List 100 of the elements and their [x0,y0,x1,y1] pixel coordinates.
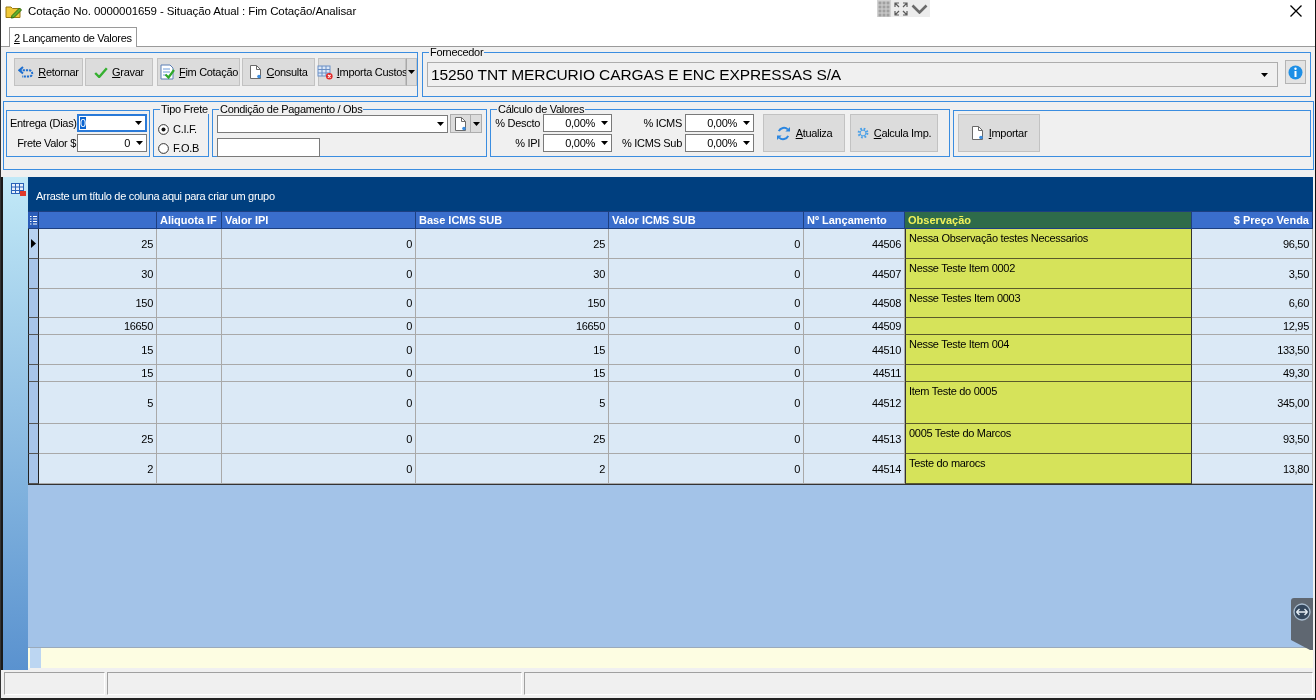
list-icon[interactable] [29,215,37,225]
field-label: % Descto [495,117,540,129]
row-header[interactable] [28,318,39,335]
group-label: Tipo Frete [160,104,209,114]
combo-field[interactable]: 0 [77,134,147,152]
table-cell: Nesse Teste Item 0002 [905,259,1192,289]
row-header[interactable] [28,424,39,454]
toolbar-button[interactable]: Consulta [242,58,315,86]
table-cell: 0 [222,365,416,382]
table-cell: 30 [39,259,157,289]
table-cell [157,382,222,424]
column-header[interactable]: Valor ICMS SUB [609,212,804,228]
column-header[interactable]: Valor IPI [222,212,416,228]
row-header[interactable] [28,382,39,424]
table-cell: 15 [416,365,609,382]
field-label: Frete Valor $ [16,137,76,149]
column-header[interactable]: Observação [905,212,1192,228]
text-field[interactable] [217,138,320,157]
table-cell: 16650 [416,318,609,335]
combo-field[interactable]: 0 [77,114,147,132]
import-button[interactable]: Importar [958,114,1040,152]
action-button[interactable]: Calcula Imp. [850,114,938,152]
table-cell: 25 [39,424,157,454]
caret-icon [600,141,608,145]
field-label: % IPI [514,137,540,149]
column-header[interactable]: Base ICMS SUB [416,212,609,228]
percent-field[interactable]: 0,00% [685,134,754,152]
percent-field[interactable]: 0,00% [543,134,612,152]
combo-field[interactable] [217,114,449,133]
row-header[interactable] [28,365,39,382]
toolbar-button[interactable]: Importa Custos [318,58,406,86]
chevron-down-icon[interactable] [911,3,928,14]
table-cell: 150 [416,289,609,318]
row-header[interactable] [28,259,39,289]
table-cell: 44512 [804,382,905,424]
table-cell: 5 [416,382,609,424]
row-header[interactable] [28,335,39,365]
table-cell: 44507 [804,259,905,289]
table-cell: 0 [609,382,804,424]
document-icon [249,64,263,80]
close-icon[interactable] [1290,5,1302,17]
table-cell: 0005 Teste do Marcos [905,424,1192,454]
caret-icon [436,121,444,126]
table-cell: 49,30 [1192,365,1313,382]
radio-option[interactable]: C.I.F. [158,122,204,136]
column-header[interactable]: Aliquota IF [157,212,222,228]
table-cell: 6,60 [1192,289,1313,318]
table-cell: 93,50 [1192,424,1313,454]
table-cell [157,335,222,365]
row-header[interactable] [28,454,39,484]
field-label: % ICMS [642,117,682,129]
radio-option[interactable]: F.O.B [158,141,204,155]
table-cell: 0 [609,335,804,365]
table-cell: 0 [222,259,416,289]
table-cell: 150 [39,289,157,318]
radio-icon[interactable] [158,123,169,135]
toolbar-button[interactable]: Gravar [85,58,153,86]
table-cell: 0 [609,289,804,318]
supplier-combo[interactable]: 15250 TNT MERCURIO CARGAS E ENC EXPRESSAS S/A [427,62,1278,87]
table-cell: 345,00 [1192,382,1313,424]
radio-icon[interactable] [158,142,169,154]
table-cell: 0 [222,289,416,318]
document-menu-button[interactable] [450,114,482,133]
dropdown-button[interactable] [406,58,417,86]
expand-icon[interactable] [894,1,908,16]
row-header[interactable] [28,229,39,259]
percent-field[interactable]: 0,00% [543,114,612,132]
caret-icon [472,121,480,126]
table-cell: 3,50 [1192,259,1313,289]
side-tab-icon[interactable] [1289,598,1313,650]
toolbar-button[interactable]: Retornar [14,58,83,86]
toolbar-button[interactable]: Fim Cotação [157,58,240,86]
info-button[interactable] [1285,60,1306,84]
refresh-icon [775,125,791,141]
caret-icon [135,141,143,145]
table-cell: 0 [609,229,804,259]
caret-icon [408,70,415,74]
row-header[interactable] [28,289,39,318]
group-label: Condição de Pagamento / Obs [219,104,364,114]
window-title: Cotação No. 0000001659 - Situação Atual : Fim Cotação/Analisar [28,5,357,17]
column-header[interactable]: Nº Lançamento [804,212,905,228]
undo-arrow-icon [18,66,35,78]
folder-pencil-icon [5,3,23,19]
action-button[interactable]: Atualiza [763,114,845,152]
table-icon [11,183,26,196]
table-cell: 44513 [804,424,905,454]
table-cell: 5 [39,382,157,424]
percent-field[interactable]: 0,00% [685,114,754,132]
table-cell: Teste do marocs [905,454,1192,484]
document-icon [454,115,468,132]
table-x-icon [316,64,333,80]
table-cell: Nesse Testes Item 0003 [905,289,1192,318]
table-cell: 0 [609,259,804,289]
group-label: Fornecedor [429,47,485,57]
table-cell: 13,80 [1192,454,1313,484]
caret-icon [742,141,750,145]
caret-icon [1261,72,1268,77]
tab[interactable]: 2 Lançamento de Valores [9,27,137,47]
table-cell: 12,95 [1192,318,1313,335]
table-cell: 44510 [804,335,905,365]
